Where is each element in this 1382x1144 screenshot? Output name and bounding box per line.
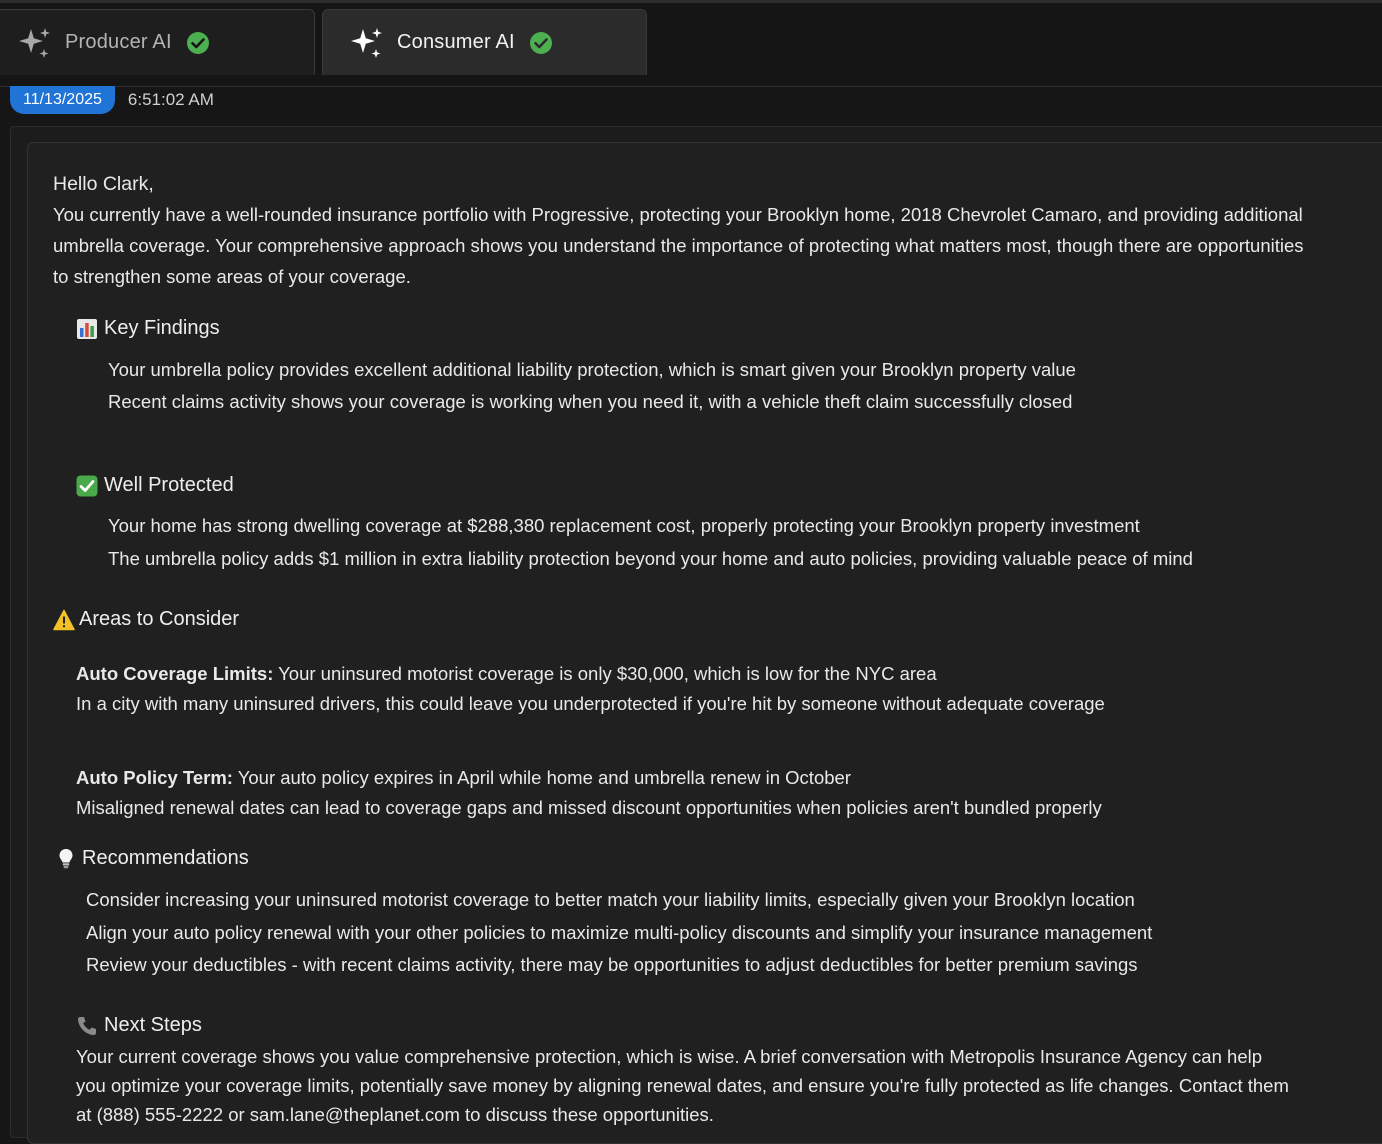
section-title: Next Steps xyxy=(104,1014,202,1036)
area-item: Auto Coverage Limits: Your uninsured mot… xyxy=(76,663,937,685)
next-steps-line: Your current coverage shows you value co… xyxy=(76,1046,1263,1067)
list-item: Consider increasing your uninsured motor… xyxy=(86,889,1135,910)
list-item: The umbrella policy adds $1 million in e… xyxy=(108,548,1193,569)
section-key-findings: Key Findings xyxy=(76,317,220,340)
sparkle-icon xyxy=(349,25,385,61)
section-well-protected: Well Protected xyxy=(76,474,234,497)
intro-line: to strengthen some areas of your coverag… xyxy=(53,266,411,287)
message-card xyxy=(27,142,1382,1144)
sparkle-icon xyxy=(17,25,53,61)
timestamp-row: 11/13/2025 6:51:02 AM xyxy=(10,86,214,114)
lightbulb-icon xyxy=(56,848,76,870)
section-title: Areas to Consider xyxy=(79,608,240,630)
list-item: Review your deductibles - with recent cl… xyxy=(86,954,1138,975)
area-text: Your auto policy expires in April while … xyxy=(232,767,851,788)
intro-line: umbrella coverage. Your comprehensive ap… xyxy=(53,235,1304,256)
area-label: Auto Coverage Limits: xyxy=(76,663,274,684)
next-steps-line: you optimize your coverage limits, poten… xyxy=(76,1075,1289,1096)
next-steps-line: at (888) 555-2222 or sam.lane@theplanet.… xyxy=(76,1104,714,1125)
tab-label: Consumer AI xyxy=(397,31,515,53)
list-item: Recent claims activity shows your covera… xyxy=(108,391,1073,412)
tab-bar: Producer AI Consumer AI xyxy=(0,3,1382,87)
bar-chart-icon xyxy=(76,318,98,340)
tab-consumer-ai[interactable]: Consumer AI xyxy=(322,9,647,75)
tab-label: Producer AI xyxy=(65,31,172,53)
area-label: Auto Policy Term: xyxy=(76,767,233,788)
section-next-steps: Next Steps xyxy=(76,1014,202,1037)
date-badge: 11/13/2025 xyxy=(10,86,115,114)
check-box-icon xyxy=(76,475,98,497)
area-text: Your uninsured motorist coverage is only… xyxy=(273,663,937,684)
area-detail: Misaligned renewal dates can lead to cov… xyxy=(76,797,1102,818)
list-item: Your umbrella policy provides excellent … xyxy=(108,359,1076,380)
tab-producer-ai[interactable]: Producer AI xyxy=(0,9,315,75)
warning-icon xyxy=(53,609,75,631)
section-title: Well Protected xyxy=(104,474,234,496)
area-detail: In a city with many uninsured drivers, t… xyxy=(76,693,1105,714)
list-item: Your home has strong dwelling coverage a… xyxy=(108,515,1140,536)
section-areas-to-consider: Areas to Consider xyxy=(53,608,239,631)
section-title: Key Findings xyxy=(104,317,220,339)
phone-icon xyxy=(76,1015,98,1037)
greeting: Hello Clark, xyxy=(53,173,154,195)
check-circle-icon xyxy=(186,31,210,55)
section-recommendations: Recommendations xyxy=(56,847,249,870)
area-item: Auto Policy Term: Your auto policy expir… xyxy=(76,767,851,789)
section-title: Recommendations xyxy=(82,847,249,869)
time-label: 6:51:02 AM xyxy=(127,90,214,109)
list-item: Align your auto policy renewal with your… xyxy=(86,922,1153,943)
intro-line: You currently have a well-rounded insura… xyxy=(53,204,1303,225)
check-circle-icon xyxy=(529,31,553,55)
